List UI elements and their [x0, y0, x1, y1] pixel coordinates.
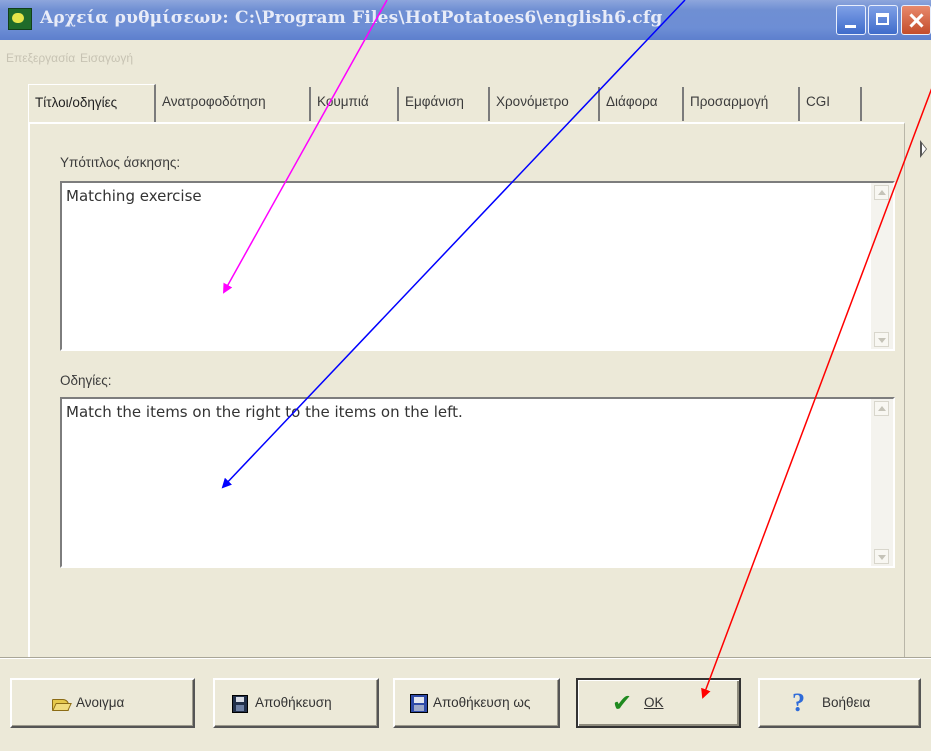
- folder-open-icon: [52, 699, 69, 711]
- open-button-label: Ανοιγμα: [76, 695, 125, 710]
- title-bar[interactable]: Αρχεία ρυθμίσεων: C:\Program Files\HotPo…: [0, 0, 931, 40]
- minimize-button[interactable]: [836, 5, 866, 35]
- divider: [0, 657, 931, 659]
- save-as-button[interactable]: Αποθήκευση ως: [393, 678, 560, 728]
- instructions-label: Οδηγίες:: [60, 373, 112, 388]
- help-button-label: Βοήθεια: [822, 695, 871, 710]
- checkmark-icon: ✔: [612, 689, 633, 717]
- ok-button[interactable]: ✔ OK: [576, 678, 741, 728]
- tab-titles-instructions[interactable]: Τίτλοι/οδηγίες: [28, 84, 156, 123]
- window-title: Αρχεία ρυθμίσεων: C:\Program Files\HotPo…: [40, 8, 663, 28]
- subtitle-scrollbar[interactable]: [871, 183, 893, 349]
- subtitle-label: Υπότιτλος άσκησης:: [60, 155, 181, 170]
- open-button[interactable]: Ανοιγμα: [10, 678, 195, 728]
- tab-custom[interactable]: Προσαρμογή: [684, 87, 800, 121]
- tab-appearance[interactable]: Εμφάνιση: [399, 87, 490, 121]
- ok-button-label: OK: [644, 695, 664, 710]
- close-button[interactable]: [901, 5, 931, 35]
- scroll-up-icon[interactable]: [874, 185, 889, 200]
- tab-cgi[interactable]: CGI: [800, 87, 862, 121]
- save-button[interactable]: Αποθήκευση: [213, 678, 379, 728]
- instructions-text: Match the items on the right to the item…: [66, 403, 463, 421]
- tab-timer[interactable]: Χρονόμετρο: [490, 87, 600, 121]
- instructions-textarea[interactable]: Match the items on the right to the item…: [60, 397, 895, 568]
- tab-buttons[interactable]: Κουμπιά: [311, 87, 399, 121]
- mouse-cursor-icon: [920, 140, 927, 158]
- scroll-down-icon[interactable]: [874, 332, 889, 347]
- question-mark-icon: ?: [792, 688, 805, 717]
- menu-edit[interactable]: Επεξεργασία: [6, 51, 75, 65]
- scroll-up-icon[interactable]: [874, 401, 889, 416]
- help-button[interactable]: ? Βοήθεια: [758, 678, 921, 728]
- scroll-down-icon[interactable]: [874, 549, 889, 564]
- save-button-label: Αποθήκευση: [255, 695, 332, 710]
- app-icon: [8, 8, 32, 30]
- subtitle-textarea[interactable]: Matching exercise: [60, 181, 895, 351]
- maximize-button[interactable]: [868, 5, 898, 35]
- floppy-disk-icon: [232, 695, 248, 713]
- instructions-scrollbar[interactable]: [871, 399, 893, 566]
- tab-misc[interactable]: Διάφορα: [600, 87, 684, 121]
- subtitle-text: Matching exercise: [66, 187, 202, 205]
- save-as-disk-icon: [410, 694, 428, 713]
- save-as-button-label: Αποθήκευση ως: [433, 695, 531, 710]
- menu-insert[interactable]: Εισαγωγή: [80, 51, 133, 65]
- tab-feedback[interactable]: Ανατροφοδότηση: [156, 87, 311, 121]
